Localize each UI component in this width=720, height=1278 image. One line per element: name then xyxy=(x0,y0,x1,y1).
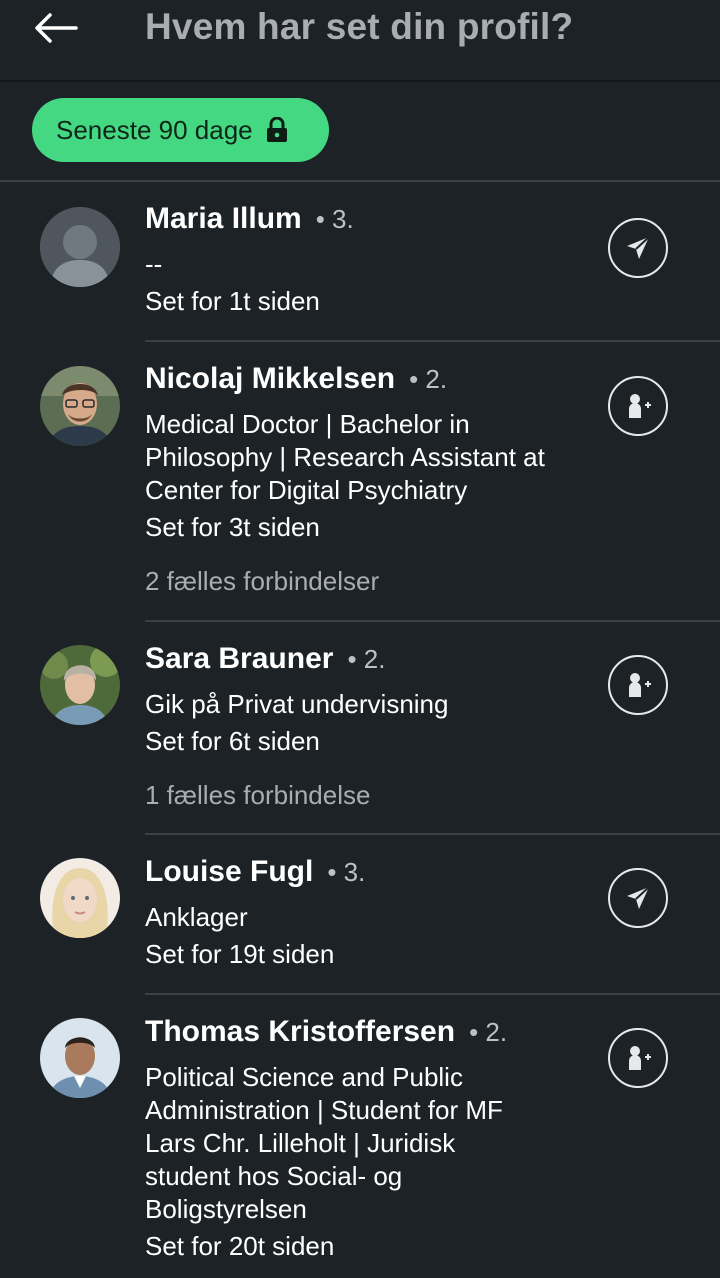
top-app-bar: Hvem har set din profil? xyxy=(0,0,720,80)
profile-photo xyxy=(40,366,120,446)
viewer-list-item[interactable]: Thomas Kristoffersen • 2. Political Scie… xyxy=(0,995,720,1278)
filter-label: Seneste 90 dage xyxy=(56,114,253,145)
viewed-time: Set for 1t siden xyxy=(145,286,320,316)
viewer-headline: Medical Doctor | Bachelor in Philosophy … xyxy=(145,409,545,505)
viewer-headline: Gik på Privat undervisning xyxy=(145,689,449,719)
viewer-headline: Political Science and Public Administrat… xyxy=(145,1062,503,1224)
send-message-icon xyxy=(627,236,650,259)
avatar[interactable] xyxy=(40,645,120,725)
send-message-icon xyxy=(627,886,650,909)
avatar[interactable] xyxy=(40,858,120,938)
viewer-name[interactable]: Sara Brauner xyxy=(145,642,333,676)
connect-button[interactable] xyxy=(608,1028,668,1088)
viewer-list-item[interactable]: Maria Illum • 3. -- Set for 1t siden xyxy=(0,180,720,340)
viewer-headline: Anklager xyxy=(145,902,248,932)
viewer-name[interactable]: Thomas Kristoffersen xyxy=(145,1015,455,1049)
page-title: Hvem har set din profil? xyxy=(145,6,574,47)
add-connection-icon xyxy=(629,673,651,697)
mutual-connections[interactable]: 2 fælles forbindelser xyxy=(145,565,565,598)
profile-photo xyxy=(40,645,120,725)
profile-photo xyxy=(40,1018,120,1098)
default-avatar-icon xyxy=(40,207,120,287)
time-range-filter-button[interactable]: Seneste 90 dage xyxy=(32,98,329,162)
avatar[interactable] xyxy=(40,1018,120,1098)
profile-photo xyxy=(40,858,120,938)
lock-icon xyxy=(265,117,289,143)
add-connection-icon xyxy=(629,394,651,418)
mutual-connections[interactable]: 1 fælles forbindelse xyxy=(145,779,565,812)
viewed-time: Set for 6t siden xyxy=(145,726,320,756)
send-message-button[interactable] xyxy=(608,218,668,278)
viewer-list-item[interactable]: Nicolaj Mikkelsen • 2. Medical Doctor | … xyxy=(0,342,720,620)
connection-degree: • 3. xyxy=(315,204,354,234)
viewed-time: Set for 19t siden xyxy=(145,939,335,969)
connection-degree: • 2. xyxy=(409,364,448,394)
send-message-button[interactable] xyxy=(608,868,668,928)
viewer-name[interactable]: Louise Fugl xyxy=(145,855,313,889)
viewed-time: Set for 3t siden xyxy=(145,512,320,542)
add-connection-icon xyxy=(629,1046,651,1070)
avatar[interactable] xyxy=(40,207,120,287)
viewer-headline: -- xyxy=(145,249,163,279)
back-arrow-icon xyxy=(35,13,78,43)
viewer-name[interactable]: Nicolaj Mikkelsen xyxy=(145,362,395,396)
viewer-list-item[interactable]: Louise Fugl • 3. Anklager Set for 19t si… xyxy=(0,835,720,993)
avatar[interactable] xyxy=(40,366,120,446)
connect-button[interactable] xyxy=(608,376,668,436)
viewer-name[interactable]: Maria Illum xyxy=(145,202,302,236)
viewed-time: Set for 20t siden xyxy=(145,1231,335,1261)
connection-degree: • 2. xyxy=(469,1017,508,1047)
filter-row: Seneste 90 dage xyxy=(0,80,720,182)
connect-button[interactable] xyxy=(608,655,668,715)
connection-degree: • 2. xyxy=(347,644,386,674)
viewer-list-item[interactable]: Sara Brauner • 2. Gik på Privat undervis… xyxy=(0,622,720,833)
connection-degree: • 3. xyxy=(327,857,366,887)
back-button[interactable] xyxy=(24,0,88,56)
